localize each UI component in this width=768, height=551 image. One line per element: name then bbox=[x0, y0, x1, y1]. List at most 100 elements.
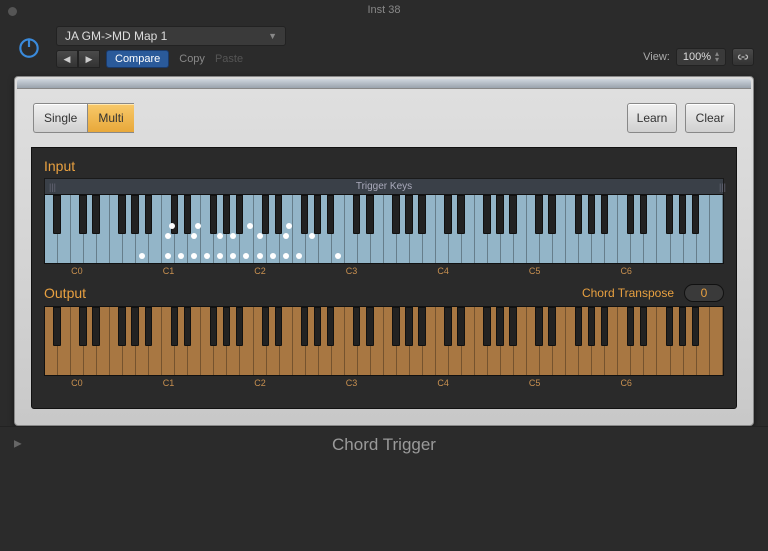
black-key[interactable] bbox=[79, 195, 86, 234]
chord-transpose-value[interactable]: 0 bbox=[684, 284, 724, 302]
black-key[interactable] bbox=[262, 307, 269, 346]
copy-button[interactable]: Copy bbox=[179, 53, 205, 65]
black-key[interactable] bbox=[210, 195, 217, 234]
white-key[interactable] bbox=[566, 307, 579, 375]
learn-button[interactable]: Learn bbox=[627, 103, 677, 133]
disclosure-arrow-icon[interactable]: ▶ bbox=[14, 439, 22, 450]
black-key[interactable] bbox=[588, 195, 595, 234]
white-key[interactable] bbox=[436, 195, 449, 263]
black-key[interactable] bbox=[236, 307, 243, 346]
black-key[interactable] bbox=[483, 195, 490, 234]
black-key[interactable] bbox=[184, 195, 191, 234]
black-key[interactable] bbox=[418, 307, 425, 346]
black-key[interactable] bbox=[236, 195, 243, 234]
white-key[interactable] bbox=[566, 195, 579, 263]
white-key[interactable] bbox=[345, 195, 358, 263]
white-key[interactable] bbox=[657, 307, 670, 375]
black-key[interactable] bbox=[366, 307, 373, 346]
input-keyboard[interactable] bbox=[44, 194, 724, 264]
black-key[interactable] bbox=[692, 195, 699, 234]
black-key[interactable] bbox=[535, 195, 542, 234]
white-key[interactable] bbox=[475, 195, 488, 263]
white-key[interactable] bbox=[710, 195, 723, 263]
black-key[interactable] bbox=[640, 195, 647, 234]
white-key[interactable] bbox=[162, 307, 175, 375]
white-key[interactable] bbox=[254, 195, 267, 263]
white-key[interactable] bbox=[384, 195, 397, 263]
black-key[interactable] bbox=[353, 195, 360, 234]
black-key[interactable] bbox=[640, 307, 647, 346]
black-key[interactable] bbox=[53, 307, 60, 346]
white-key[interactable] bbox=[162, 195, 175, 263]
black-key[interactable] bbox=[145, 307, 152, 346]
black-key[interactable] bbox=[483, 307, 490, 346]
white-key[interactable] bbox=[527, 195, 540, 263]
close-window-icon[interactable] bbox=[8, 7, 17, 16]
white-key[interactable] bbox=[657, 195, 670, 263]
white-key[interactable] bbox=[45, 195, 58, 263]
black-key[interactable] bbox=[171, 307, 178, 346]
black-key[interactable] bbox=[314, 307, 321, 346]
black-key[interactable] bbox=[405, 307, 412, 346]
black-key[interactable] bbox=[53, 195, 60, 234]
black-key[interactable] bbox=[601, 195, 608, 234]
black-key[interactable] bbox=[457, 307, 464, 346]
black-key[interactable] bbox=[92, 307, 99, 346]
black-key[interactable] bbox=[548, 195, 555, 234]
black-key[interactable] bbox=[666, 195, 673, 234]
black-key[interactable] bbox=[575, 195, 582, 234]
white-key[interactable] bbox=[254, 307, 267, 375]
black-key[interactable] bbox=[509, 195, 516, 234]
white-key[interactable] bbox=[527, 307, 540, 375]
black-key[interactable] bbox=[679, 307, 686, 346]
black-key[interactable] bbox=[145, 195, 152, 234]
white-key[interactable] bbox=[293, 195, 306, 263]
black-key[interactable] bbox=[457, 195, 464, 234]
white-key[interactable] bbox=[71, 307, 84, 375]
black-key[interactable] bbox=[588, 307, 595, 346]
prev-preset-button[interactable]: ◀ bbox=[56, 50, 78, 68]
black-key[interactable] bbox=[679, 195, 686, 234]
black-key[interactable] bbox=[118, 195, 125, 234]
white-key[interactable] bbox=[618, 195, 631, 263]
white-key[interactable] bbox=[110, 195, 123, 263]
black-key[interactable] bbox=[327, 195, 334, 234]
black-key[interactable] bbox=[444, 195, 451, 234]
clear-button[interactable]: Clear bbox=[685, 103, 735, 133]
paste-button[interactable]: Paste bbox=[215, 53, 243, 65]
black-key[interactable] bbox=[223, 195, 230, 234]
zoom-select[interactable]: 100% ▴▾ bbox=[676, 48, 726, 66]
compare-button[interactable]: Compare bbox=[106, 50, 169, 68]
black-key[interactable] bbox=[444, 307, 451, 346]
black-key[interactable] bbox=[353, 307, 360, 346]
link-button[interactable] bbox=[732, 48, 754, 66]
trigger-range-right-handle[interactable]: ||| bbox=[715, 182, 723, 192]
trigger-range-left-handle[interactable]: ||| bbox=[45, 182, 53, 192]
black-key[interactable] bbox=[627, 307, 634, 346]
black-key[interactable] bbox=[418, 195, 425, 234]
black-key[interactable] bbox=[275, 307, 282, 346]
power-button[interactable] bbox=[14, 32, 44, 62]
black-key[interactable] bbox=[79, 307, 86, 346]
black-key[interactable] bbox=[496, 307, 503, 346]
output-keyboard[interactable] bbox=[44, 306, 724, 376]
white-key[interactable] bbox=[45, 307, 58, 375]
black-key[interactable] bbox=[223, 307, 230, 346]
white-key[interactable] bbox=[618, 307, 631, 375]
black-key[interactable] bbox=[327, 307, 334, 346]
white-key[interactable] bbox=[110, 307, 123, 375]
white-key[interactable] bbox=[345, 307, 358, 375]
white-key[interactable] bbox=[710, 307, 723, 375]
black-key[interactable] bbox=[131, 307, 138, 346]
black-key[interactable] bbox=[627, 195, 634, 234]
white-key[interactable] bbox=[71, 195, 84, 263]
black-key[interactable] bbox=[275, 195, 282, 234]
black-key[interactable] bbox=[301, 307, 308, 346]
next-preset-button[interactable]: ▶ bbox=[78, 50, 100, 68]
black-key[interactable] bbox=[392, 195, 399, 234]
white-key[interactable] bbox=[201, 195, 214, 263]
black-key[interactable] bbox=[575, 307, 582, 346]
mode-multi-button[interactable]: Multi bbox=[87, 103, 133, 133]
black-key[interactable] bbox=[601, 307, 608, 346]
black-key[interactable] bbox=[692, 307, 699, 346]
